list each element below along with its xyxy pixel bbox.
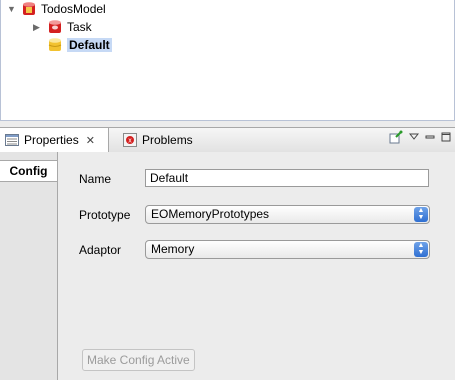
adaptor-select[interactable]: Memory ▲ ▼ [145, 240, 430, 259]
tab-problems[interactable]: x Problems [118, 128, 198, 152]
updown-arrows-icon: ▲ ▼ [414, 242, 428, 257]
minimize-icon[interactable] [425, 132, 435, 142]
tab-properties[interactable]: Properties ✕ [0, 128, 109, 152]
tab-problems-label: Problems [142, 133, 193, 147]
make-config-active-button[interactable]: Make Config Active [82, 349, 195, 371]
prototype-select[interactable]: EOMemoryPrototypes ▲ ▼ [145, 205, 430, 224]
model-tree: ▼ TodosModel ▶ Task Default [0, 0, 455, 121]
name-field[interactable] [145, 169, 429, 187]
tab-properties-label: Properties [24, 133, 79, 147]
model-db-icon [23, 2, 35, 15]
view-toolbar [389, 130, 451, 144]
tree-item-todosmodel[interactable]: ▼ TodosModel [7, 0, 106, 18]
connection-db-icon [48, 38, 62, 51]
tree-item-default[interactable]: Default [47, 36, 112, 54]
tree-item-label: Task [67, 20, 92, 34]
pin-icon[interactable] [389, 130, 403, 144]
entity-icon [49, 20, 61, 33]
adaptor-select-value: Memory [151, 242, 195, 256]
name-label: Name [79, 172, 112, 186]
prototype-label: Prototype [79, 208, 131, 222]
problems-icon: x [123, 133, 137, 147]
close-icon[interactable]: ✕ [86, 134, 95, 147]
properties-icon [5, 134, 19, 146]
updown-arrows-icon: ▲ ▼ [414, 207, 428, 222]
config-form: Name Prototype EOMemoryPrototypes ▲▼ Ada… [58, 152, 455, 380]
prototype-select-value: EOMemoryPrototypes [151, 207, 270, 221]
tab-config[interactable]: Config [0, 160, 57, 182]
properties-view-tabbar: Properties ✕ x Problems [0, 127, 455, 153]
view-menu-icon[interactable] [409, 132, 419, 142]
config-tab-strip: Config [0, 152, 58, 380]
collapsed-triangle-icon[interactable]: ▶ [33, 22, 43, 32]
tree-item-task[interactable]: ▶ Task [33, 18, 92, 36]
maximize-icon[interactable] [441, 132, 451, 142]
expanded-triangle-icon[interactable]: ▼ [7, 4, 17, 14]
tree-item-label: TodosModel [41, 2, 106, 16]
adaptor-label: Adaptor [79, 243, 122, 257]
svg-text:x: x [128, 138, 132, 145]
tree-item-label: Default [67, 38, 112, 52]
